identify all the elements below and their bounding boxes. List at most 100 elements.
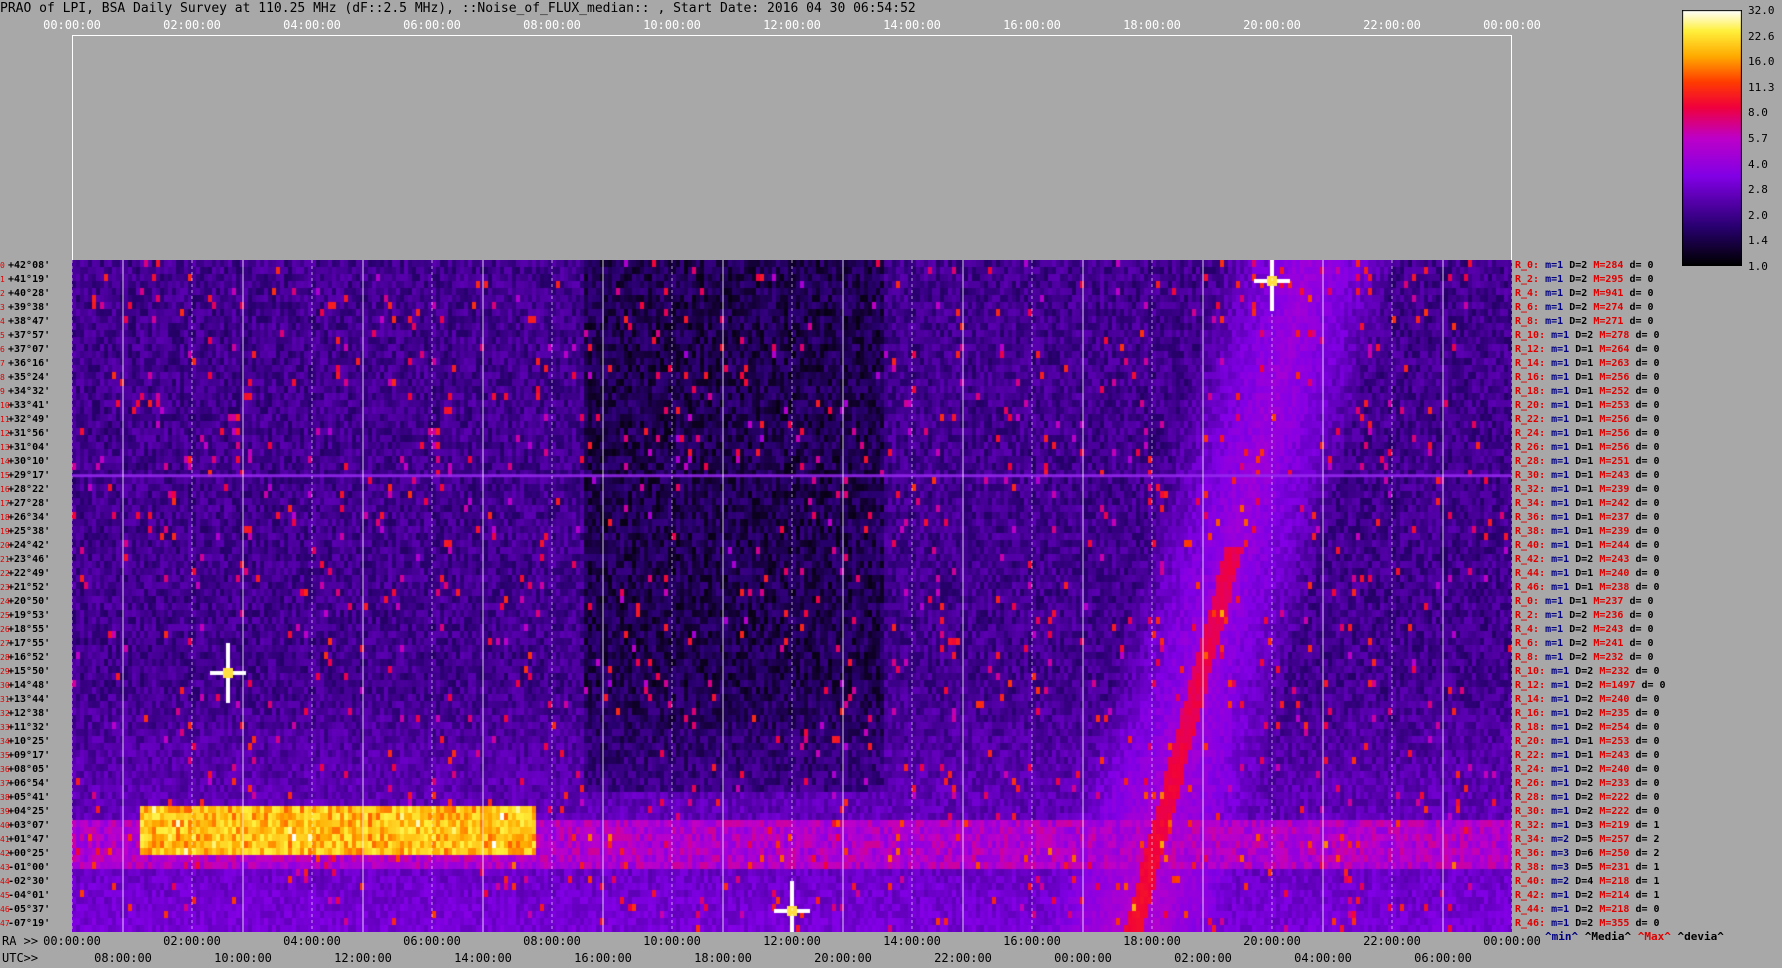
grid-overlay: [72, 260, 1512, 932]
stat-row: R_28: m=1 D=2 M=222 d= 0: [1515, 791, 1660, 805]
stat-r: R_40:: [1515, 540, 1546, 551]
dec-index: 5: [0, 331, 5, 340]
stat-D: D=2: [1575, 708, 1594, 719]
stat-d: d= 0: [1635, 400, 1660, 411]
stat-m: m=1: [1551, 918, 1570, 929]
stat-M: M=232: [1599, 666, 1630, 677]
dec-row: 3 +39°38': [0, 301, 72, 315]
stat-row: R_6: m=1 D=2 M=274 d= 0: [1515, 301, 1654, 315]
stat-m: m=1: [1551, 498, 1570, 509]
stat-m: m=1: [1545, 260, 1564, 271]
stat-M: M=237: [1593, 596, 1624, 607]
stat-D: D=2: [1569, 274, 1588, 285]
stat-d: d= 0: [1635, 666, 1660, 677]
dec-label: +06°54': [8, 778, 51, 789]
stat-d: d= 0: [1635, 428, 1660, 439]
dec-row: 42+00°25': [0, 847, 72, 861]
stat-D: D=5: [1575, 834, 1594, 845]
stat-d: d= 1: [1635, 890, 1660, 901]
dec-row: 32+12°38': [0, 707, 72, 721]
dec-index: 23: [0, 583, 10, 592]
dec-index: 34: [0, 737, 10, 746]
stat-m: m=3: [1551, 862, 1570, 873]
colorbar-tick: 16.0: [1748, 55, 1775, 69]
stat-m: m=1: [1545, 624, 1564, 635]
stat-M: M=271: [1593, 316, 1624, 327]
stat-m: m=1: [1551, 470, 1570, 481]
stat-M: M=244: [1599, 540, 1630, 551]
stat-D: D=2: [1575, 680, 1594, 691]
dec-label: +00°25': [8, 848, 51, 859]
stat-m: m=2: [1551, 876, 1570, 887]
legend-min: ^min^: [1545, 930, 1579, 943]
dec-index: 21: [0, 555, 10, 564]
stat-r: R_6:: [1515, 638, 1540, 649]
stat-m: m=1: [1551, 512, 1570, 523]
stat-row: R_44: m=1 D=2 M=218 d= 0: [1515, 903, 1660, 917]
stat-r: R_14:: [1515, 694, 1546, 705]
stat-row: R_46: m=1 D=1 M=238 d= 0: [1515, 581, 1660, 595]
dec-row: 7 +36°16': [0, 357, 72, 371]
dec-index: 41: [0, 835, 10, 844]
colorbar-tick: 1.0: [1748, 260, 1768, 273]
heatmap-plot: [72, 260, 1512, 932]
stat-D: D=2: [1569, 624, 1588, 635]
dec-index: 36: [0, 765, 10, 774]
stat-r: R_22:: [1515, 414, 1546, 425]
stat-D: D=1: [1569, 596, 1588, 607]
dec-index: 46: [0, 905, 10, 914]
dec-label: +10°25': [8, 736, 51, 747]
ra-tick-label: 14:00:00: [883, 934, 941, 948]
utc-tick-label: 02:00:00: [1174, 951, 1232, 965]
stat-row: R_20: m=1 D=1 M=253 d= 0: [1515, 399, 1660, 413]
stat-d: d= 0: [1629, 302, 1654, 313]
stat-row: R_10: m=1 D=2 M=278 d= 0: [1515, 329, 1660, 343]
stat-d: d= 0: [1629, 288, 1654, 299]
stat-M: M=256: [1599, 442, 1630, 453]
top-tick-label: 16:00:00: [1003, 18, 1061, 32]
dec-index: 38: [0, 793, 10, 802]
top-tick-label: 02:00:00: [163, 18, 221, 32]
dec-row: 22+22°49': [0, 567, 72, 581]
stat-r: R_2:: [1515, 610, 1540, 621]
stat-M: M=233: [1599, 778, 1630, 789]
dec-index: 33: [0, 723, 10, 732]
dec-index: 26: [0, 625, 10, 634]
stat-d: d= 0: [1635, 792, 1660, 803]
stat-r: R_42:: [1515, 890, 1546, 901]
stat-M: M=257: [1599, 834, 1630, 845]
stat-M: M=240: [1599, 568, 1630, 579]
stat-r: R_36:: [1515, 512, 1546, 523]
stat-m: m=1: [1551, 890, 1570, 901]
dec-label: +37°07': [8, 344, 51, 355]
ra-axis-prefix: RA >>: [2, 934, 39, 948]
stat-D: D=2: [1575, 554, 1594, 565]
stat-D: D=1: [1575, 428, 1594, 439]
dec-label: +18°55': [8, 624, 51, 635]
stat-row: R_16: m=1 D=2 M=235 d= 0: [1515, 707, 1660, 721]
utc-tick-label: 06:00:00: [1414, 951, 1472, 965]
stat-m: m=1: [1551, 456, 1570, 467]
stat-row: R_44: m=1 D=1 M=240 d= 0: [1515, 567, 1660, 581]
stat-m: m=1: [1551, 540, 1570, 551]
stat-D: D=1: [1575, 400, 1594, 411]
stat-m: m=1: [1551, 372, 1570, 383]
dec-index: 47: [0, 919, 10, 928]
stat-D: D=2: [1575, 918, 1594, 929]
stat-D: D=1: [1575, 736, 1594, 747]
stat-d: d= 0: [1635, 778, 1660, 789]
stat-D: D=1: [1575, 540, 1594, 551]
stat-M: M=219: [1599, 820, 1630, 831]
colorbar-tick: 1.4: [1748, 234, 1768, 248]
stat-r: R_12:: [1515, 344, 1546, 355]
stat-m: m=2: [1551, 834, 1570, 845]
dec-index: 9: [0, 387, 5, 396]
dec-index: 42: [0, 849, 10, 858]
stat-M: M=263: [1599, 358, 1630, 369]
colorbar-tick: 5.7: [1748, 132, 1768, 145]
bottom-ra-axis: RA >> 00:00:00 02:00:00 04:00:00 06:00:00 08…: [0, 934, 1782, 950]
dec-index: 2: [0, 289, 5, 298]
dec-label: +01°47': [8, 834, 51, 845]
stat-row: R_32: m=1 D=1 M=239 d= 0: [1515, 483, 1660, 497]
dec-label: -02°30': [8, 876, 51, 887]
